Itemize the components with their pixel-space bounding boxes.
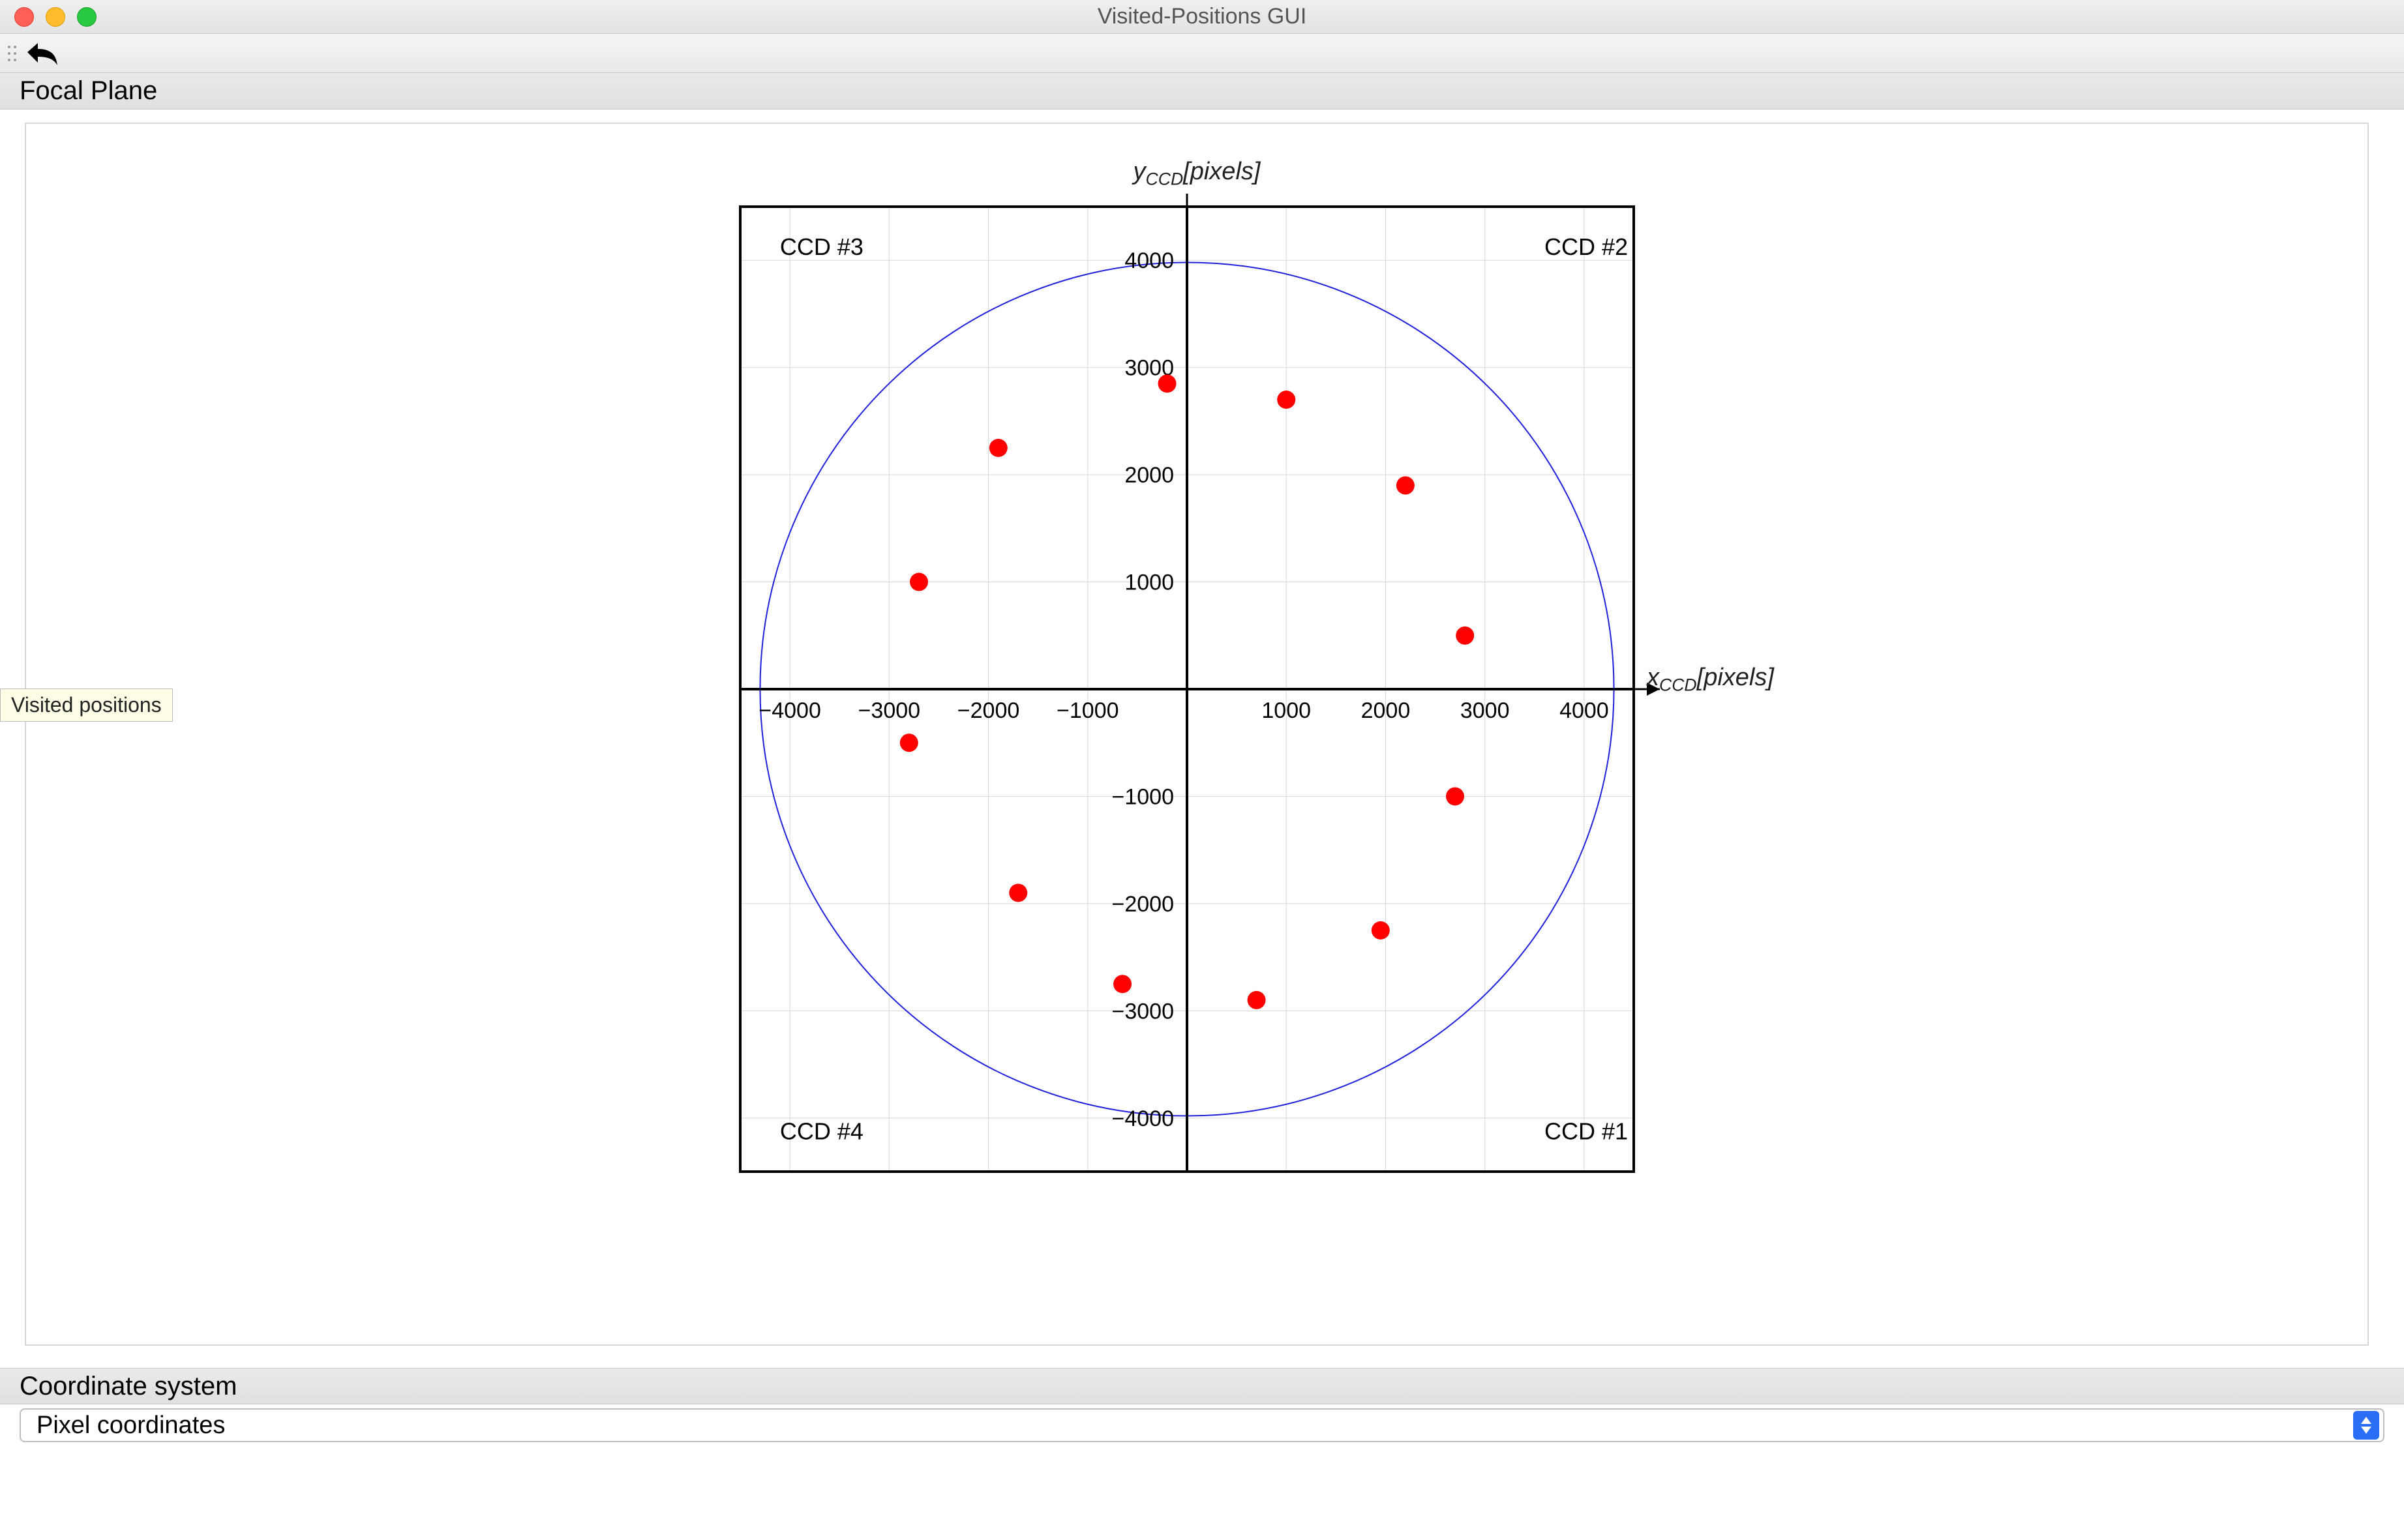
svg-text:−2000: −2000 [957,698,1020,723]
svg-text:−2000: −2000 [1112,891,1175,916]
window-titlebar: Visited-Positions GUI [0,0,2404,34]
window-minimize-button[interactable] [46,7,65,27]
svg-text:CCD #3: CCD #3 [780,233,864,260]
visited-positions-tooltip: Visited positions [0,689,173,722]
svg-text:4000: 4000 [1124,248,1174,273]
svg-text:1000: 1000 [1124,570,1174,595]
svg-text:−1000: −1000 [1057,698,1119,723]
coordinate-system-select[interactable]: Pixel coordinates [20,1408,2384,1442]
toolbar-grip [8,39,17,68]
svg-text:2000: 2000 [1124,463,1174,488]
svg-text:4000: 4000 [1559,698,1609,723]
svg-text:2000: 2000 [1361,698,1411,723]
window-close-button[interactable] [14,7,34,27]
chart-svg: −4000 −3000 −2000 −1000 1000 2000 3000 4000 −400… [701,194,1692,1211]
svg-text:−1000: −1000 [1112,784,1175,809]
focal-plane-chart: yCCD[pixels] −4000 −3000 −2000 −1000 1000 200… [623,158,1771,1211]
svg-text:1000: 1000 [1261,698,1311,723]
coordinate-system-value: Pixel coordinates [37,1412,225,1440]
svg-text:CCD #1: CCD #1 [1544,1118,1628,1144]
svg-text:−3000: −3000 [1112,999,1175,1024]
focal-plane-label: Focal Plane [0,73,2404,110]
svg-text:CCD #4: CCD #4 [780,1118,864,1144]
toolbar [0,34,2404,73]
svg-text:−4000: −4000 [1112,1106,1175,1131]
x-axis-label: xCCD[pixels] [1647,664,1774,696]
window-title: Visited-Positions GUI [0,4,2404,29]
dropdown-arrows-icon [2353,1411,2379,1440]
svg-text:−4000: −4000 [759,698,821,723]
back-button[interactable] [25,38,60,69]
plot-panel: yCCD[pixels] −4000 −3000 −2000 −1000 1000 200… [25,123,2369,1346]
coordinate-system-label: Coordinate system [0,1368,2404,1404]
back-arrow-icon [26,39,59,68]
window-maximize-button[interactable] [77,7,97,27]
y-axis-label: yCCD[pixels] [623,158,1771,190]
svg-text:−3000: −3000 [858,698,921,723]
svg-text:3000: 3000 [1460,698,1510,723]
svg-text:CCD #2: CCD #2 [1544,233,1628,260]
